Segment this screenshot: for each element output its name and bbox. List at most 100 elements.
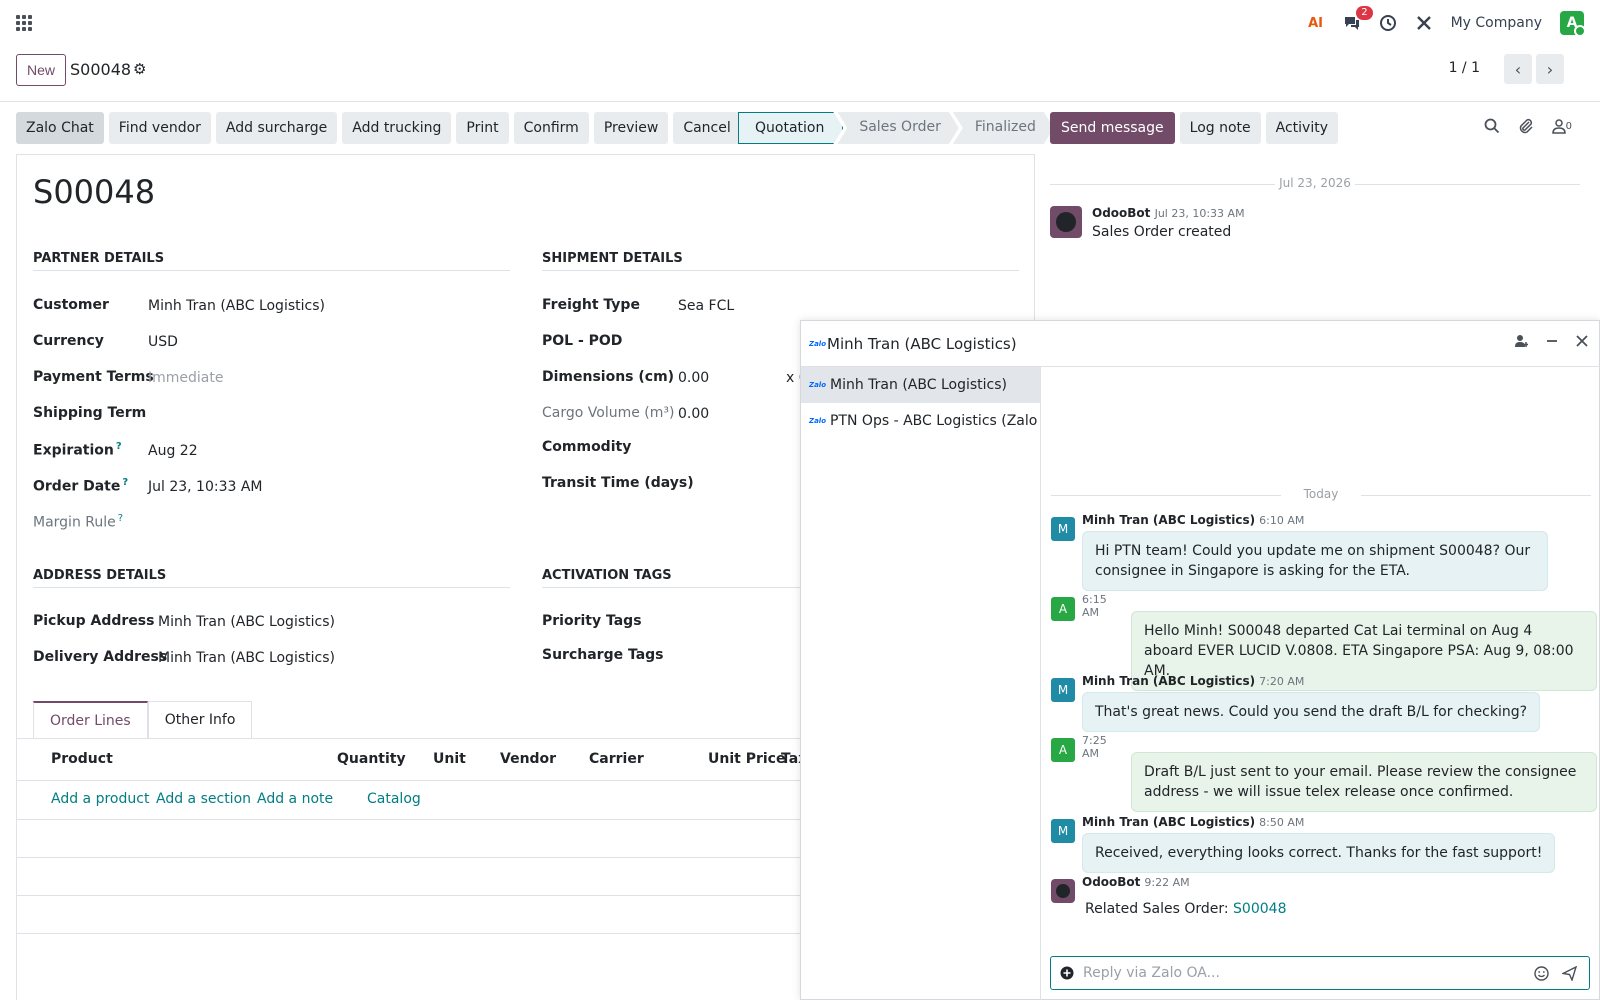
paperclip-icon[interactable]	[1518, 118, 1534, 138]
company-switcher[interactable]: My Company	[1451, 15, 1542, 31]
search-icon[interactable]	[1484, 118, 1500, 138]
new-button[interactable]: New	[16, 54, 67, 86]
send-message-button[interactable]: Send message	[1050, 112, 1175, 144]
message-bubble: That's great news. Could you send the dr…	[1082, 692, 1541, 732]
cargo-volume-field[interactable]: 0.00	[678, 406, 709, 422]
odoobot-avatar	[1051, 879, 1075, 903]
col-vendor[interactable]: Vendor	[500, 751, 556, 767]
expiration-label: Expiration?	[33, 441, 122, 459]
currency-label: Currency	[33, 333, 104, 349]
customer-label: Customer	[33, 297, 109, 313]
ai-icon[interactable]: AI	[1307, 14, 1325, 32]
user-avatar[interactable]: A	[1560, 11, 1586, 37]
commodity-label: Commodity	[542, 439, 632, 455]
activity-button[interactable]: Activity	[1265, 112, 1338, 144]
find-vendor-button[interactable]: Find vendor	[108, 112, 211, 144]
followers-count: 0	[1565, 121, 1572, 132]
col-unit[interactable]: Unit	[433, 751, 466, 767]
add-note-link[interactable]: Add a note	[257, 791, 333, 807]
composer-input[interactable]: Reply via Zalo OA...	[1083, 965, 1220, 981]
freight-type-field[interactable]: Sea FCL	[678, 298, 734, 314]
pickup-address-field[interactable]: Minh Tran (ABC Logistics)	[158, 614, 335, 630]
send-icon[interactable]	[1560, 965, 1578, 985]
surcharge-tags-label: Surcharge Tags	[542, 647, 664, 663]
pager-previous-icon[interactable]: ‹	[1504, 54, 1532, 84]
transit-time-label: Transit Time (days)	[542, 475, 694, 491]
cargo-volume-label: Cargo Volume (m³)	[542, 405, 675, 421]
avatar: M	[1051, 517, 1075, 541]
pol-pod-label: POL - POD	[542, 333, 623, 349]
close-icon[interactable]	[1575, 334, 1589, 352]
payment-terms-label: Payment Terms	[33, 369, 154, 385]
pager-next-icon[interactable]: ›	[1536, 54, 1564, 84]
message-bubble: Draft B/L just sent to your email. Pleas…	[1131, 752, 1597, 812]
add-surcharge-button[interactable]: Add surcharge	[215, 112, 338, 144]
message-author: Minh Tran (ABC Logistics) 7:20 AM	[1082, 674, 1305, 688]
confirm-button[interactable]: Confirm	[513, 112, 589, 144]
chatter-date-separator: Jul 23, 2026	[1050, 176, 1580, 190]
order-date-field[interactable]: Jul 23, 10:33 AM	[148, 479, 263, 495]
chatter-toolbar: Send message Log note Activity	[1050, 112, 1338, 144]
preview-button[interactable]: Preview	[593, 112, 669, 144]
avatar: A	[1051, 738, 1075, 762]
stage-sales-order[interactable]: Sales Order	[837, 112, 959, 144]
zalo-chat-button[interactable]: Zalo Chat	[16, 112, 104, 144]
add-user-icon[interactable]	[1515, 334, 1529, 352]
chatter-author: OdooBot Jul 23, 10:33 AM	[1092, 206, 1245, 220]
dimensions-field[interactable]: 0.00	[678, 370, 709, 386]
minimize-icon[interactable]	[1545, 334, 1559, 352]
delivery-address-field[interactable]: Minh Tran (ABC Logistics)	[158, 650, 335, 666]
payment-terms-field[interactable]: Immediate	[148, 370, 223, 386]
gear-icon[interactable]: ⚙	[133, 60, 146, 78]
cancel-button[interactable]: Cancel	[673, 112, 741, 144]
catalog-link[interactable]: Catalog	[367, 791, 421, 807]
col-quantity[interactable]: Quantity	[337, 751, 406, 767]
col-product[interactable]: Product	[51, 751, 113, 767]
add-product-link[interactable]: Add a product	[51, 791, 149, 807]
tab-other-info[interactable]: Other Info	[147, 701, 253, 739]
avatar: M	[1051, 819, 1075, 843]
address-details-title: ADDRESS DETAILS	[33, 568, 510, 588]
col-unit-price[interactable]: Unit Price	[708, 751, 785, 767]
avatar: A	[1051, 597, 1075, 621]
apps-menu-icon[interactable]	[16, 15, 32, 31]
message-author: OdooBot 9:22 AM	[1082, 875, 1190, 889]
chat-window-header[interactable]: Zalo Minh Tran (ABC Logistics)	[801, 321, 1600, 367]
zalo-logo-icon: Zalo	[809, 381, 827, 389]
add-trucking-button[interactable]: Add trucking	[342, 112, 452, 144]
priority-tags-label: Priority Tags	[542, 613, 642, 629]
chat-composer[interactable]: Reply via Zalo OA...	[1050, 956, 1590, 990]
action-buttons: Zalo Chat Find vendor Add surcharge Add …	[16, 112, 741, 144]
activity-clock-icon[interactable]	[1379, 14, 1397, 32]
zalo-chat-window: Zalo Minh Tran (ABC Logistics) Zalo Minh …	[800, 320, 1600, 1000]
message-bubble: Hi PTN team! Could you update me on ship…	[1082, 531, 1548, 591]
print-button[interactable]: Print	[456, 112, 509, 144]
stage-finalized[interactable]: Finalized	[953, 112, 1054, 144]
currency-field[interactable]: USD	[148, 334, 178, 350]
odoobot-avatar	[1050, 206, 1082, 238]
add-section-link[interactable]: Add a section	[156, 791, 251, 807]
followers-icon[interactable]: 0	[1551, 118, 1572, 138]
messaging-icon[interactable]: 2	[1343, 6, 1373, 32]
message-text: Related Sales Order: S00048	[1085, 901, 1287, 917]
log-note-button[interactable]: Log note	[1179, 112, 1261, 144]
pager-value[interactable]: 1 / 1	[1449, 60, 1480, 76]
conversation-item[interactable]: Zalo Minh Tran (ABC Logistics)	[801, 367, 1040, 403]
chatter-text: Sales Order created	[1092, 224, 1232, 240]
debug-tools-icon[interactable]	[1415, 14, 1433, 32]
conversation-item[interactable]: Zalo PTN Ops - ABC Logistics (Zalo ...	[801, 403, 1040, 439]
tab-order-lines[interactable]: Order Lines	[33, 701, 148, 739]
stage-quotation[interactable]: Quotation	[738, 112, 843, 144]
message-author: Minh Tran (ABC Logistics) 8:50 AM	[1082, 815, 1305, 829]
add-attachment-icon[interactable]	[1060, 966, 1074, 984]
zalo-logo-icon: Zalo	[809, 417, 827, 425]
emoji-icon[interactable]	[1534, 966, 1549, 985]
top-navbar: AI 2 My Company A	[0, 0, 1600, 46]
pickup-address-label: Pickup Address	[33, 613, 155, 629]
order-date-label: Order Date?	[33, 477, 129, 495]
customer-field[interactable]: Minh Tran (ABC Logistics)	[148, 298, 325, 314]
related-order-link[interactable]: S00048	[1233, 901, 1286, 917]
expiration-field[interactable]: Aug 22	[148, 443, 198, 459]
col-carrier[interactable]: Carrier	[589, 751, 644, 767]
freight-type-label: Freight Type	[542, 297, 640, 313]
